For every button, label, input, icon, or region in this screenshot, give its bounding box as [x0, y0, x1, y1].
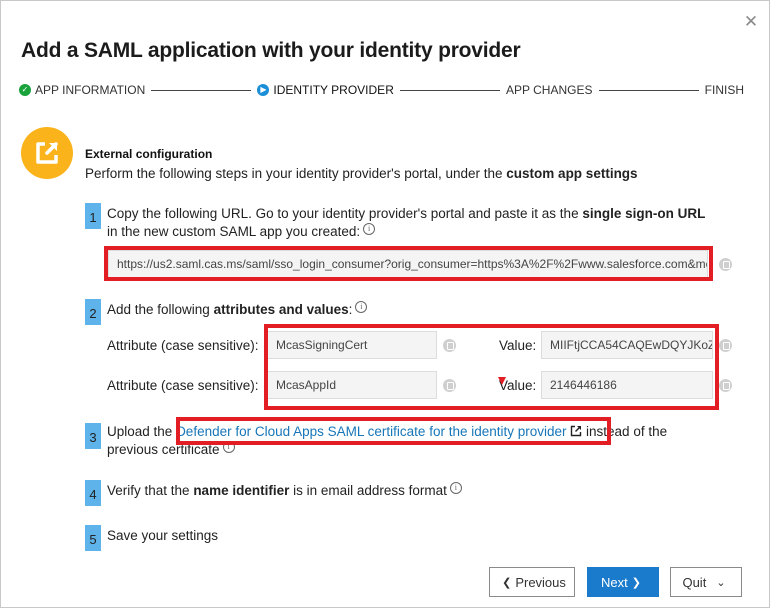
- quit-button[interactable]: Quit ⌄: [670, 567, 742, 597]
- value-field-app-id[interactable]: 2146446186: [541, 371, 713, 399]
- info-icon[interactable]: i: [355, 301, 368, 313]
- step-label: APP INFORMATION: [35, 83, 146, 97]
- step-3-text-prefix: Upload the: [107, 424, 177, 439]
- previous-label: Previous: [515, 574, 566, 590]
- step-finish: FINISH: [705, 83, 744, 97]
- quit-label: Quit: [682, 574, 707, 590]
- step-connector: [598, 89, 699, 91]
- step-connector: [399, 89, 501, 91]
- check-circle-icon: ✓: [19, 84, 31, 96]
- value-field-signing-cert[interactable]: MIIFtjCCA54CAQEwDQYJKoZIhvcNAQELBQAw: [541, 331, 713, 359]
- step-2-text-suffix: :: [348, 302, 353, 317]
- info-icon[interactable]: i: [222, 441, 235, 453]
- step-number-2: 2: [85, 299, 101, 325]
- sso-url-field[interactable]: https://us2.saml.cas.ms/saml/sso_login_c…: [108, 250, 708, 278]
- step-label: APP CHANGES: [506, 83, 593, 97]
- step-label: IDENTITY PROVIDER: [273, 83, 394, 97]
- step-number-4: 4: [85, 480, 101, 506]
- copy-icon[interactable]: [443, 339, 456, 352]
- dialog-title: Add a SAML application with your identit…: [21, 39, 521, 62]
- external-link-icon: [21, 127, 73, 179]
- step-1-text-line2: in the new custom SAML app you created:: [107, 224, 361, 239]
- step-1-text-prefix: Copy the following URL. Go to your ident…: [107, 206, 583, 221]
- step-2-text-prefix: Add the following: [107, 302, 214, 317]
- step-2-text-bold: attributes and values: [213, 302, 349, 317]
- step-3-text-suffix: instead of the: [582, 424, 668, 439]
- step-connector: [151, 89, 252, 91]
- copy-icon[interactable]: [719, 379, 732, 392]
- chevron-left-icon: ❮: [502, 576, 512, 589]
- close-icon[interactable]: ✕: [742, 13, 760, 31]
- step-3-text-line2: previous certificate: [107, 442, 220, 457]
- step-5-text: Save your settings: [107, 528, 219, 543]
- copy-icon[interactable]: [443, 379, 456, 392]
- desc-bold: custom app settings: [506, 166, 638, 181]
- previous-button[interactable]: ❮ Previous: [489, 567, 575, 597]
- saml-certificate-link[interactable]: Defender for Cloud Apps SAML certificate…: [176, 424, 566, 439]
- step-4-text-suffix: is in email address format: [289, 483, 447, 498]
- attribute-field-app-id[interactable]: McasAppId: [267, 371, 437, 399]
- copy-icon[interactable]: [719, 258, 732, 271]
- external-link-icon: [571, 425, 582, 437]
- desc-text: Perform the following steps in your iden…: [85, 166, 507, 181]
- next-button[interactable]: Next ❯: [587, 567, 659, 597]
- attribute-field-signing-cert[interactable]: McasSigningCert: [267, 331, 437, 359]
- step-2-text: Add the following attributes and values:…: [107, 301, 368, 319]
- info-icon[interactable]: i: [449, 482, 462, 494]
- attribute-label: Attribute (case sensitive):: [107, 378, 259, 393]
- external-config-heading: External configuration: [85, 147, 213, 161]
- chevron-down-icon: ⌄: [716, 576, 726, 589]
- dialog: ✕ Add a SAML application with your ident…: [0, 0, 770, 608]
- step-4-text: Verify that the name identifier is in em…: [107, 482, 462, 500]
- step-identity-provider: ▶ IDENTITY PROVIDER: [257, 83, 394, 97]
- next-label: Next: [601, 574, 628, 590]
- step-4-text-prefix: Verify that the: [107, 483, 194, 498]
- step-app-changes: APP CHANGES: [506, 83, 592, 97]
- step-number-5: 5: [85, 525, 101, 551]
- step-number-3: 3: [85, 423, 101, 449]
- step-1-text-bold: single sign-on URL: [582, 206, 706, 221]
- external-config-description: Perform the following steps in your iden…: [85, 166, 638, 181]
- info-icon[interactable]: i: [363, 223, 376, 235]
- attribute-label: Attribute (case sensitive):: [107, 338, 259, 353]
- chevron-right-icon: ❯: [631, 576, 641, 589]
- step-number-1: 1: [85, 203, 101, 229]
- step-1-text: Copy the following URL. Go to your ident…: [107, 205, 747, 241]
- step-3-text: Upload the Defender for Cloud Apps SAML …: [107, 423, 747, 459]
- value-label: Value:: [499, 338, 537, 353]
- play-circle-icon: ▶: [257, 84, 270, 96]
- copy-icon[interactable]: [719, 339, 732, 352]
- wizard-stepper: ✓ APP INFORMATION ▶ IDENTITY PROVIDER AP…: [19, 81, 744, 99]
- step-app-information: ✓ APP INFORMATION: [19, 83, 145, 97]
- step-4-text-bold: name identifier: [193, 483, 290, 498]
- step-label: FINISH: [704, 83, 744, 97]
- cursor-marker: [498, 377, 506, 385]
